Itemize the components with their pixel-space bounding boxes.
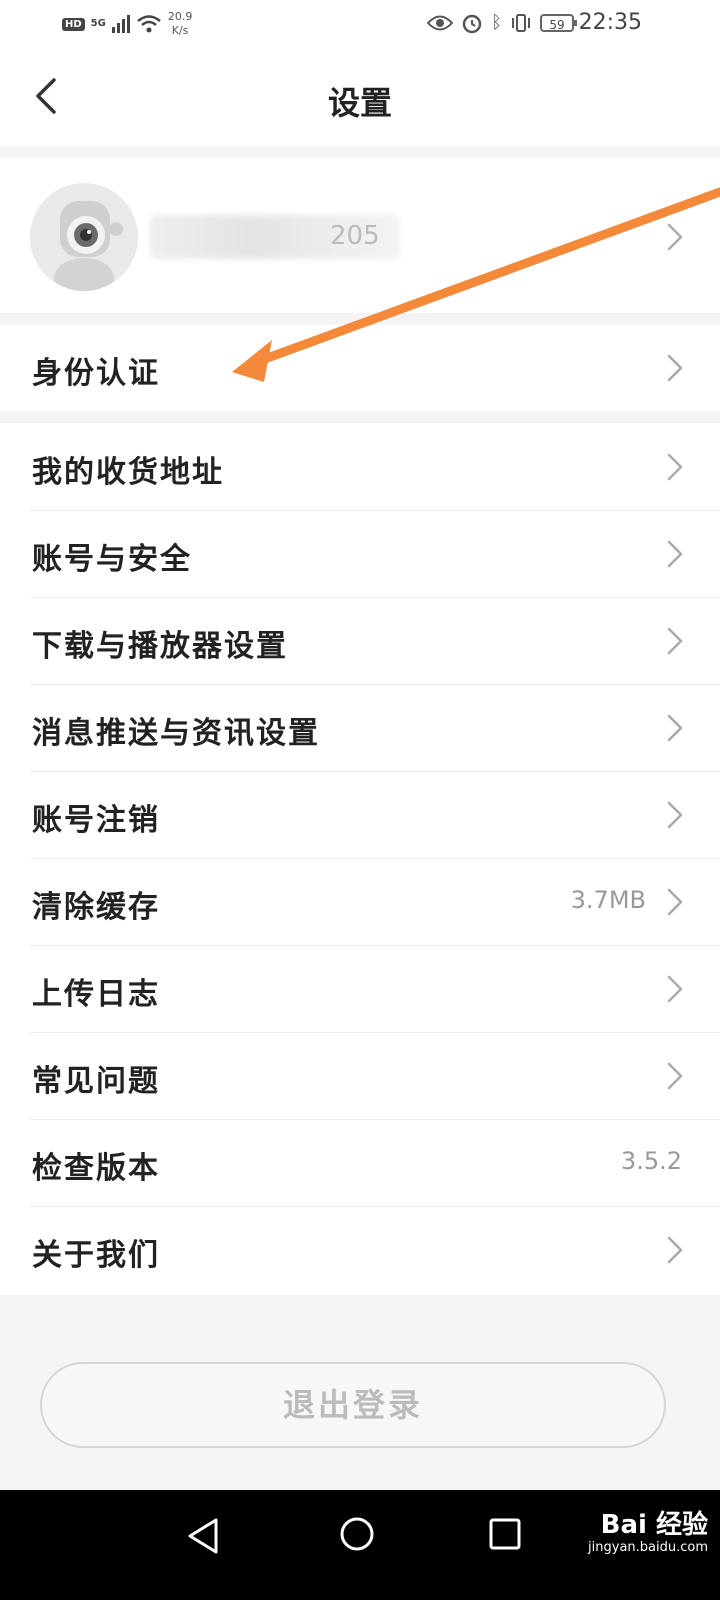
username: 205 [330,221,380,251]
watermark-url: jingyan.baidu.com [588,1540,708,1555]
status-time: 22:35 [578,10,642,35]
chevron-right-icon [667,223,683,251]
row-label: 账号与安全 [32,542,192,577]
menu-row-identity[interactable]: 身份认证 [0,325,720,411]
menu-row-check-version[interactable]: 检查版本 3.5.2 [0,1119,720,1207]
chevron-right-icon [667,627,683,655]
watermark: Bai 经验 jingyan.baidu.com [588,1510,708,1556]
version-number: 3.5.2 [620,1147,682,1175]
mascot-avatar-icon [54,201,123,291]
alarm-icon [462,14,482,34]
watermark-brand: Bai 经验 [600,1510,708,1540]
bluetooth-icon: ᛒ [491,12,502,33]
speed-value: 20.9 [167,10,193,23]
settings-menu: 我的收货地址 账号与安全 下载与播放器设置 消息推送与资讯设置 账号注销 清除缓… [0,423,720,1295]
battery-icon: 59 [540,14,577,32]
chevron-right-icon [667,354,683,382]
row-label: 关于我们 [32,1238,160,1273]
system-nav-bar: Bai 经验 jingyan.baidu.com [0,1490,720,1600]
nav-recent-icon[interactable] [487,1516,523,1552]
nav-bar: 设置 [0,48,720,146]
menu-row-account-deletion[interactable]: 账号注销 [0,771,720,859]
hd-badge: HD [62,17,85,31]
page-title: 设置 [327,84,392,122]
network-type: 5G [90,18,106,29]
nav-back-icon[interactable] [186,1516,222,1556]
row-label: 检查版本 [32,1151,160,1186]
row-label: 消息推送与资讯设置 [32,716,320,751]
speed-unit: K/s [171,24,189,37]
row-label: 我的收货地址 [32,455,224,490]
identity-section: 身份认证 [0,325,720,411]
row-label: 下载与播放器设置 [32,629,288,664]
chevron-right-icon [667,1062,683,1090]
status-right: ᛒ 59 [427,12,577,34]
network-speed: 20.9 K/s [168,10,193,38]
chevron-right-icon [667,975,683,1003]
menu-row-faq[interactable]: 常见问题 [0,1032,720,1120]
profile-row[interactable]: 205 [0,158,720,313]
status-left: HD 5G 20.9 K/s [62,10,192,38]
chevron-right-icon [667,1236,683,1264]
menu-row-notifications[interactable]: 消息推送与资讯设置 [0,684,720,772]
cache-size: 3.7MB [570,886,646,914]
menu-row-upload-log[interactable]: 上传日志 [0,945,720,1033]
row-label: 常见问题 [32,1064,160,1099]
menu-row-download-player[interactable]: 下载与播放器设置 [0,597,720,685]
row-label: 身份认证 [32,356,160,391]
eye-icon [427,15,454,31]
row-label: 账号注销 [32,803,160,838]
avatar [30,183,138,291]
chevron-right-icon [667,801,683,829]
nav-home-icon[interactable] [337,1514,377,1554]
vibrate-icon [512,14,530,32]
row-label: 清除缓存 [32,890,160,925]
status-bar: HD 5G 20.9 K/s ᛒ 59 22:35 [0,0,720,48]
chevron-right-icon [667,453,683,481]
menu-row-address[interactable]: 我的收货地址 [0,423,720,511]
chevron-right-icon [667,888,683,916]
row-label: 上传日志 [32,977,160,1012]
signal-icon [111,15,130,33]
menu-row-account-security[interactable]: 账号与安全 [0,510,720,598]
menu-row-clear-cache[interactable]: 清除缓存 3.7MB [0,858,720,946]
logout-button[interactable]: 退出登录 [40,1362,666,1448]
menu-row-about[interactable]: 关于我们 [0,1206,720,1294]
wifi-icon [137,15,161,33]
chevron-right-icon [667,714,683,742]
chevron-right-icon [667,540,683,568]
